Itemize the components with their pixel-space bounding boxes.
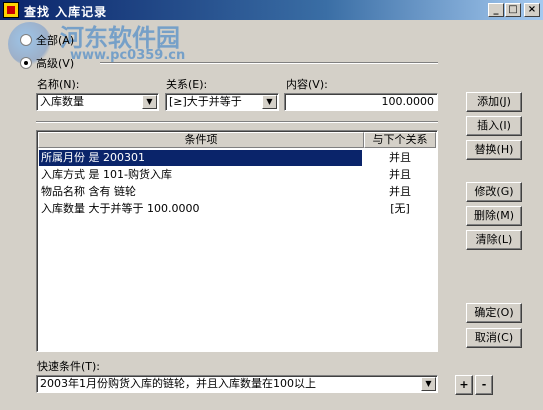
radio-advanced[interactable]: 高级(V) bbox=[20, 55, 74, 71]
name-label: 名称(N): bbox=[37, 78, 80, 91]
radio-all-indicator[interactable] bbox=[20, 34, 32, 46]
relation-select[interactable]: [≥]大于并等于 ▼ bbox=[165, 93, 279, 111]
row-condition: 入库方式 是 101-购货入库 bbox=[41, 168, 172, 181]
maximize-button[interactable]: □ bbox=[505, 3, 521, 17]
app-icon bbox=[3, 2, 19, 18]
table-row[interactable]: 所属月份 是 200301 并且 bbox=[39, 150, 435, 167]
quick-condition-select[interactable]: 2003年1月份购货入库的链轮，并且入库数量在100以上 ▼ bbox=[36, 375, 438, 393]
replace-button[interactable]: 替换(H) bbox=[466, 140, 522, 160]
row-condition: 入库数量 大于并等于 100.0000 bbox=[41, 202, 200, 215]
quick-condition-label: 快速条件(T): bbox=[37, 360, 101, 373]
conditions-table[interactable]: 条件项 与下个关系 所属月份 是 200301 并且 入库方式 是 101-购货… bbox=[36, 130, 438, 352]
radio-advanced-indicator[interactable] bbox=[20, 57, 32, 69]
edit-button[interactable]: 修改(G) bbox=[466, 182, 522, 202]
row-relation: 并且 bbox=[389, 151, 411, 164]
cancel-button[interactable]: 取消(C) bbox=[466, 328, 522, 348]
insert-button[interactable]: 插入(I) bbox=[466, 116, 522, 136]
table-row[interactable]: 入库数量 大于并等于 100.0000 [无] bbox=[39, 201, 435, 218]
watermark-url: www.pc0359.cn bbox=[70, 48, 186, 63]
radio-advanced-label: 高级(V) bbox=[36, 57, 75, 70]
close-button[interactable]: × bbox=[524, 3, 540, 17]
minimize-button[interactable]: _ bbox=[488, 3, 504, 17]
radio-all-label: 全部(A) bbox=[36, 34, 75, 47]
ok-button[interactable]: 确定(O) bbox=[466, 303, 522, 323]
row-relation: 并且 bbox=[389, 168, 411, 181]
table-row[interactable]: 物品名称 含有 链轮 并且 bbox=[39, 184, 435, 201]
clear-button[interactable]: 清除(L) bbox=[466, 230, 522, 250]
row-relation: [无] bbox=[390, 202, 410, 215]
title-bar[interactable]: 查找 入库记录 _ □ × bbox=[0, 0, 543, 20]
relation-label: 关系(E): bbox=[166, 78, 208, 91]
delete-button[interactable]: 删除(M) bbox=[466, 206, 522, 226]
name-select-value: 入库数量 bbox=[40, 95, 84, 108]
content-input[interactable]: 100.0000 bbox=[284, 93, 438, 111]
row-relation: 并且 bbox=[389, 185, 411, 198]
content-label: 内容(V): bbox=[286, 78, 328, 91]
chevron-down-icon[interactable]: ▼ bbox=[262, 95, 277, 109]
relation-select-value: [≥]大于并等于 bbox=[169, 95, 242, 108]
quick-remove-button[interactable]: - bbox=[475, 375, 493, 395]
table-row[interactable]: 入库方式 是 101-购货入库 并且 bbox=[39, 167, 435, 184]
chevron-down-icon[interactable]: ▼ bbox=[421, 377, 436, 391]
quick-add-button[interactable]: + bbox=[455, 375, 473, 395]
radio-all[interactable]: 全部(A) bbox=[20, 32, 74, 48]
column-header-condition[interactable]: 条件项 bbox=[38, 132, 364, 148]
chevron-down-icon[interactable]: ▼ bbox=[142, 95, 157, 109]
mode-separator bbox=[100, 62, 438, 64]
quick-condition-value: 2003年1月份购货入库的链轮，并且入库数量在100以上 bbox=[40, 377, 316, 390]
row-condition: 物品名称 含有 链轮 bbox=[41, 185, 136, 198]
name-select[interactable]: 入库数量 ▼ bbox=[36, 93, 159, 111]
row-condition: 所属月份 是 200301 bbox=[39, 150, 362, 166]
add-button[interactable]: 添加(J) bbox=[466, 92, 522, 112]
column-header-relation[interactable]: 与下个关系 bbox=[364, 132, 436, 148]
fields-separator bbox=[36, 121, 438, 123]
